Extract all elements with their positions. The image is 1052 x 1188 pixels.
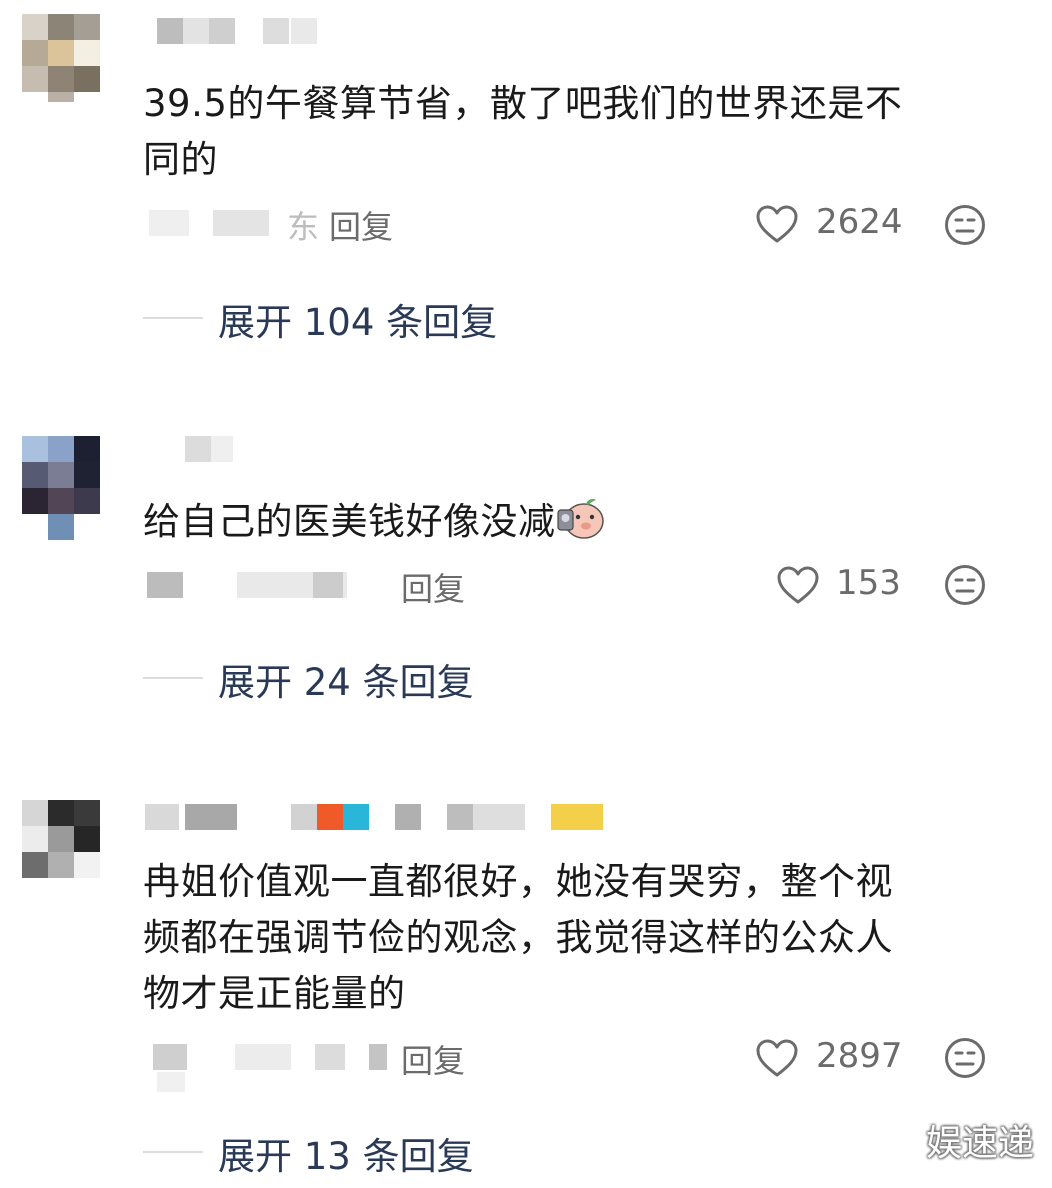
expand-replies-label: 展开 104 条回复 xyxy=(218,301,498,344)
divider-line xyxy=(143,677,203,679)
like-count: 2897 xyxy=(816,1036,903,1076)
comment-text-line: 39.5的午餐算节省，散了吧我们的世界还是不 xyxy=(143,82,903,125)
heart-outline-icon[interactable] xyxy=(755,204,799,244)
heart-outline-icon[interactable] xyxy=(776,565,820,605)
comment-text-line: 给自己的医美钱好像没减 xyxy=(143,500,556,543)
neutral-face-icon[interactable] xyxy=(944,1037,986,1079)
reply-button[interactable]: 回复 xyxy=(401,1036,465,1082)
expand-replies-button[interactable]: 展开 13 条回复 xyxy=(143,1126,543,1178)
avatar[interactable] xyxy=(22,800,110,888)
reply-button[interactable]: 回复 xyxy=(401,564,465,610)
divider-line xyxy=(143,317,203,319)
reply-button[interactable]: 回复 xyxy=(329,202,393,248)
avatar[interactable] xyxy=(22,14,110,102)
username[interactable] xyxy=(145,436,235,466)
username[interactable] xyxy=(145,18,325,48)
divider-line xyxy=(143,1151,203,1153)
heart-outline-icon[interactable] xyxy=(755,1038,799,1078)
expand-replies-label: 展开 13 条回复 xyxy=(218,1135,474,1178)
watermark: 娱速递 xyxy=(925,1123,1034,1164)
expand-replies-button[interactable]: 展开 104 条回复 xyxy=(143,292,563,344)
neutral-face-icon[interactable] xyxy=(944,204,986,246)
like-count: 153 xyxy=(836,563,901,603)
comment-text-line: 同的 xyxy=(143,138,218,181)
comment-text: 给自己的医美钱好像没减 xyxy=(143,494,1003,550)
comment-text-line: 物才是正能量的 xyxy=(143,972,406,1015)
comment-text-line: 频都在强调节俭的观念，我觉得这样的公众人 xyxy=(143,916,893,959)
expand-replies-label: 展开 24 条回复 xyxy=(218,661,474,704)
username[interactable] xyxy=(145,804,615,834)
comment-text: 冉姐价值观一直都很好，她没有哭穷，整个视 频都在强调节俭的观念，我觉得这样的公众… xyxy=(143,854,1003,1022)
pig-face-sticker-icon xyxy=(556,499,604,539)
meta-fragment: 东 xyxy=(287,208,320,246)
avatar[interactable] xyxy=(22,436,110,540)
neutral-face-icon[interactable] xyxy=(944,564,986,606)
expand-replies-button[interactable]: 展开 24 条回复 xyxy=(143,652,543,704)
comment-text: 39.5的午餐算节省，散了吧我们的世界还是不 同的 xyxy=(143,76,1003,188)
like-count: 2624 xyxy=(816,202,903,242)
comment-text-line: 冉姐价值观一直都很好，她没有哭穷，整个视 xyxy=(143,860,893,903)
